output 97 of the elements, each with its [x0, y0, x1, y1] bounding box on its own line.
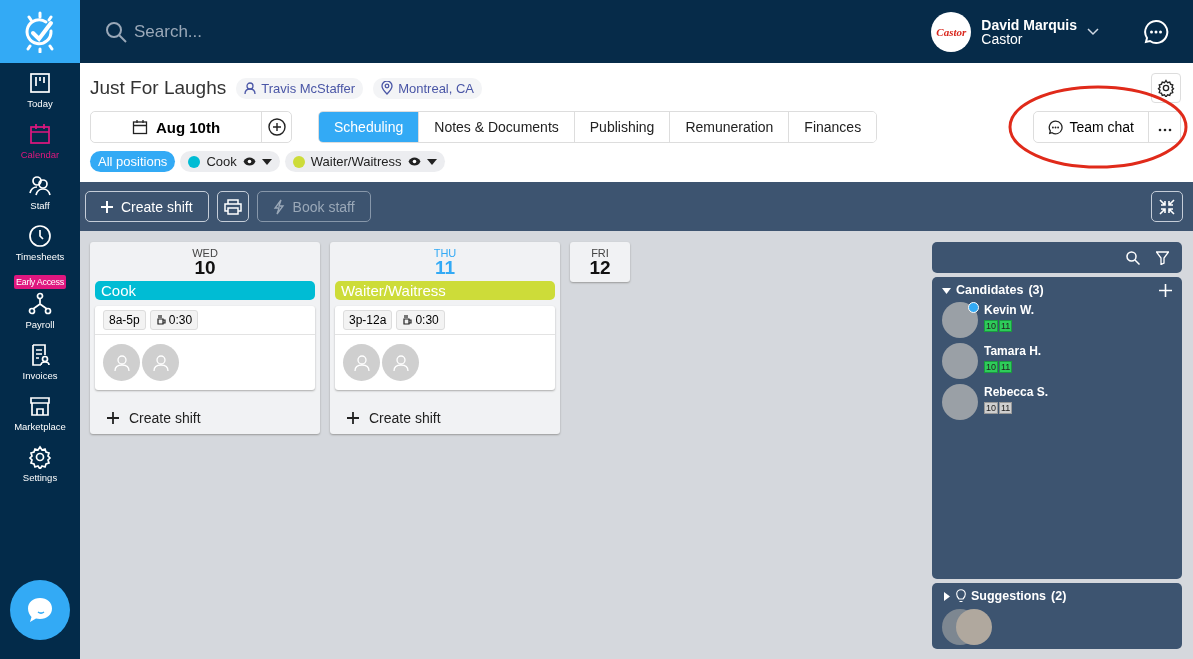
weekday-label: THU: [433, 247, 457, 259]
candidate-name: Tamara H.: [984, 344, 1042, 358]
speech-bubble-icon: [25, 595, 55, 625]
sidebar-item[interactable]: Early Access Payroll: [0, 267, 80, 335]
caret-down-icon[interactable]: [942, 285, 951, 295]
search-icon[interactable]: [1126, 250, 1140, 265]
sidebar-item[interactable]: Invoices: [0, 335, 80, 386]
network-icon: [28, 292, 52, 316]
person-icon: [352, 353, 371, 372]
user-name: David Marquis: [981, 17, 1077, 32]
availability-day: 10: [984, 361, 998, 373]
event-title: Just For Laughs: [90, 77, 227, 99]
search-icon: [104, 19, 128, 44]
eye-icon: [407, 157, 421, 166]
lightning-icon: [272, 198, 285, 215]
chat-support-button[interactable]: [10, 580, 70, 640]
shift-time: 3p-12a: [343, 310, 393, 330]
settings-icon: [1157, 79, 1175, 97]
availability-day: 11: [999, 320, 1013, 332]
create-shift-button[interactable]: Create shift: [335, 390, 555, 426]
suggestion-count: (2): [1051, 589, 1067, 603]
eye-icon: [242, 157, 256, 166]
weekday-label: WED: [192, 247, 218, 259]
company-name: Castor: [981, 31, 1024, 46]
gear-icon: [28, 445, 52, 469]
plus-circle-icon: [267, 118, 286, 136]
candidate-name: Kevin W.: [984, 303, 1034, 317]
coffee-cup-icon: [155, 314, 166, 326]
create-shift-button[interactable]: Create shift: [85, 191, 209, 222]
dropdown-caret-icon: [261, 158, 272, 165]
shift-time: 8a-5p: [103, 310, 146, 330]
create-shift-button[interactable]: Create shift: [95, 390, 315, 426]
tab[interactable]: Finances: [788, 112, 877, 142]
add-date-button[interactable]: [261, 112, 291, 142]
board-icon: [28, 71, 52, 95]
lightbulb-icon: [956, 589, 966, 603]
break-duration: 0:30: [396, 310, 445, 330]
chat-icon[interactable]: [1143, 18, 1169, 45]
location-tag[interactable]: Montreal, CA: [373, 77, 483, 99]
person-icon: [112, 353, 131, 372]
filter-icon[interactable]: [1156, 250, 1169, 265]
plus-icon: [101, 200, 113, 213]
settings-button[interactable]: [1151, 73, 1181, 103]
availability-day: 10: [984, 320, 998, 332]
sidebar-item[interactable]: Settings: [0, 437, 80, 488]
clock-icon: [28, 224, 52, 248]
plus-icon: [107, 412, 119, 424]
person-icon: [151, 353, 170, 372]
availability-day: 10: [984, 402, 998, 414]
candidate-name: Rebecca S.: [984, 385, 1049, 399]
collapse-arrows-icon: [1159, 198, 1175, 215]
weekday-label: FRI: [591, 247, 609, 259]
day-number: 12: [589, 259, 611, 277]
sidebar-item[interactable]: Marketplace: [0, 386, 80, 437]
dropdown-caret-icon: [426, 158, 437, 165]
store-icon: [28, 394, 52, 418]
people-icon: [28, 173, 52, 197]
candidate-item[interactable]: Rebecca S. 10 11: [942, 384, 1172, 420]
early-access-badge: Early Access: [14, 275, 66, 289]
user-menu[interactable]: Castor David Marquis Castor: [931, 11, 1099, 52]
plus-icon: [347, 412, 359, 424]
coffee-cup-icon: [402, 314, 413, 326]
plus-icon[interactable]: [1159, 283, 1172, 297]
calendar-icon: [28, 122, 52, 146]
position-filter[interactable]: Cook: [180, 151, 280, 172]
chevron-down-icon: [1087, 27, 1099, 36]
candidate-count: (3): [1028, 283, 1044, 297]
availability-day: 11: [999, 361, 1013, 373]
more-icon: [1157, 127, 1172, 132]
day-number: 10: [194, 259, 216, 277]
avatar: [942, 384, 978, 420]
search-field[interactable]: Search...: [132, 20, 336, 43]
availability-day: 11: [999, 402, 1013, 414]
candidate-item[interactable]: Kevin W. 10 11: [942, 302, 1172, 338]
sidebar-item[interactable]: Staff: [0, 165, 80, 216]
avatar-stack[interactable]: [942, 609, 992, 645]
map-pin-icon: [381, 81, 394, 95]
company-logo: Castor: [931, 11, 972, 52]
sidebar-item[interactable]: Today: [0, 63, 80, 114]
collapse-button[interactable]: [1151, 191, 1183, 222]
avatar: [942, 343, 978, 379]
section-title[interactable]: Candidates: [956, 283, 1024, 297]
printer-icon: [223, 198, 242, 215]
app-logo-tile[interactable]: [0, 0, 80, 63]
candidate-item[interactable]: Tamara H. 10 11: [942, 343, 1172, 379]
chat-icon: [1048, 119, 1064, 135]
print-button[interactable]: [216, 191, 249, 222]
caret-right-icon[interactable]: [942, 591, 951, 601]
day-number: 11: [434, 259, 456, 277]
section-title[interactable]: Suggestions: [971, 589, 1046, 603]
break-duration: 0:30: [149, 310, 199, 330]
sidebar-item[interactable]: Timesheets: [0, 216, 80, 267]
calendar-icon: [131, 119, 148, 135]
position-filter[interactable]: Waiter/Waitress: [284, 151, 445, 172]
staffer-tag[interactable]: Travis McStaffer: [236, 77, 364, 99]
person-icon: [244, 81, 257, 95]
person-icon: [391, 353, 410, 372]
